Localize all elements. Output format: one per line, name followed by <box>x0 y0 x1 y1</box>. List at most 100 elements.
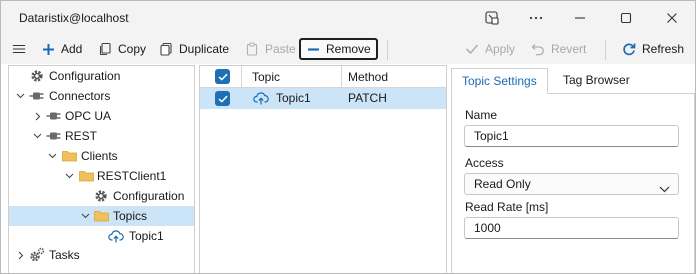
picture-in-picture-icon <box>484 10 500 26</box>
tree-item-tasks[interactable]: Tasks <box>9 245 194 265</box>
apply-label: Apply <box>485 42 516 56</box>
cloud-upload-icon <box>108 228 124 244</box>
tree-item-opc-ua[interactable]: OPC UA <box>9 106 194 126</box>
duplicate-label: Duplicate <box>179 42 230 56</box>
navigation-tree: Configuration Connectors OPC UA REST Cli… <box>8 65 195 273</box>
clipboard-icon <box>245 42 259 56</box>
toolbar-separator-2 <box>605 40 606 60</box>
chevron-down-icon <box>659 179 670 199</box>
tree-item-label: REST <box>65 129 98 143</box>
access-value: Read Only <box>474 177 531 191</box>
tree-item-label: RESTClient1 <box>97 169 167 183</box>
tree-item-client-configuration[interactable]: Configuration <box>9 186 194 206</box>
chevron-right-icon[interactable] <box>16 250 26 260</box>
copy-button[interactable]: Copy <box>98 38 146 60</box>
tree-item-topic1[interactable]: Topic1 <box>9 226 194 246</box>
access-select[interactable]: Read Only <box>464 173 679 195</box>
apply-button[interactable]: Apply <box>465 38 515 60</box>
read-rate-label: Read Rate [ms] <box>465 200 549 214</box>
close-icon <box>666 12 678 24</box>
hamburger-menu-icon <box>12 42 26 56</box>
tree-item-label: Tasks <box>49 248 80 262</box>
duplicate-icon <box>159 42 173 56</box>
minimize-icon <box>574 12 586 24</box>
tree-item-rest[interactable]: REST <box>9 126 194 146</box>
chevron-right-icon[interactable] <box>33 111 43 121</box>
gears-icon <box>29 247 45 263</box>
folder-icon <box>93 208 109 224</box>
column-separator <box>341 66 342 88</box>
tree-item-label: Configuration <box>113 189 185 203</box>
column-separator <box>241 66 242 88</box>
settings-panel: Topic Settings Tag Browser Name Topic1 A… <box>451 65 695 273</box>
gear-icon <box>29 68 45 84</box>
more-options-button[interactable] <box>513 1 559 35</box>
tab-content: Name Topic1 Access Read Only Read Rate [… <box>451 93 695 273</box>
add-button[interactable]: Add <box>41 38 82 60</box>
method-cell: PATCH <box>348 91 387 105</box>
chevron-down-icon[interactable] <box>47 151 57 161</box>
chevron-down-icon[interactable] <box>80 211 90 221</box>
plug-icon <box>46 108 62 124</box>
add-label: Add <box>61 42 83 56</box>
toolbar: Add Copy Duplicate Paste Remove Apply Re… <box>1 35 695 64</box>
topics-table: Topic Method Topic1 PATCH <box>199 65 447 273</box>
table-row[interactable]: Topic1 PATCH <box>200 88 446 109</box>
copy-label: Copy <box>118 42 147 56</box>
checkmark-icon <box>465 42 479 56</box>
plug-icon <box>29 88 45 104</box>
refresh-icon <box>622 42 636 56</box>
remove-label: Remove <box>326 42 371 56</box>
paste-button[interactable]: Paste <box>245 38 296 60</box>
gear-icon <box>93 188 109 204</box>
tree-item-configuration[interactable]: Configuration <box>9 66 194 86</box>
tree-item-label: Clients <box>81 149 118 163</box>
tree-item-label: Connectors <box>49 89 111 103</box>
tree-item-label: Configuration <box>49 69 121 83</box>
select-all-checkbox[interactable] <box>215 69 230 84</box>
menu-button[interactable] <box>12 38 26 60</box>
cloud-upload-icon <box>253 91 269 108</box>
tab-topic-settings[interactable]: Topic Settings <box>451 68 548 94</box>
tree-item-label: OPC UA <box>65 109 112 123</box>
copy-icon <box>98 42 112 56</box>
tree-item-clients[interactable]: Clients <box>9 146 194 166</box>
folder-icon <box>78 168 94 184</box>
more-horizontal-icon <box>528 10 544 26</box>
revert-label: Revert <box>551 42 587 56</box>
tab-tag-browser[interactable]: Tag Browser <box>553 68 640 94</box>
remove-button[interactable]: Remove <box>299 38 378 60</box>
name-field[interactable]: Topic1 <box>464 125 679 147</box>
tree-item-label: Topics <box>113 209 148 223</box>
refresh-label: Refresh <box>642 42 685 56</box>
app-window: Dataristix@localhost Add Copy Duplicate … <box>0 0 696 274</box>
folder-icon <box>61 148 77 164</box>
title-bar: Dataristix@localhost <box>1 1 695 35</box>
tree-item-connectors[interactable]: Connectors <box>9 86 194 106</box>
paste-label: Paste <box>265 42 296 56</box>
refresh-button[interactable]: Refresh <box>622 38 684 60</box>
access-label: Access <box>465 156 504 170</box>
row-checkbox[interactable] <box>215 91 230 106</box>
minus-icon <box>306 42 320 56</box>
tree-item-restclient1[interactable]: RESTClient1 <box>9 166 194 186</box>
window-title: Dataristix@localhost <box>19 11 129 25</box>
revert-button[interactable]: Revert <box>531 38 586 60</box>
column-header-topic[interactable]: Topic <box>252 66 280 88</box>
minimize-button[interactable] <box>557 1 603 35</box>
close-button[interactable] <box>649 1 695 35</box>
duplicate-button[interactable]: Duplicate <box>159 38 229 60</box>
chevron-down-icon[interactable] <box>15 91 25 101</box>
tree-item-topics[interactable]: Topics <box>9 206 194 226</box>
chevron-down-icon[interactable] <box>32 131 42 141</box>
name-label: Name <box>465 108 498 122</box>
read-rate-field[interactable]: 1000 <box>464 217 679 239</box>
chevron-down-icon[interactable] <box>64 171 74 181</box>
maximize-button[interactable] <box>603 1 649 35</box>
compact-overlay-button[interactable] <box>469 1 515 35</box>
maximize-icon <box>620 12 632 24</box>
table-header: Topic Method <box>200 66 446 88</box>
toolbar-separator <box>387 40 388 60</box>
column-header-method[interactable]: Method <box>348 66 388 88</box>
undo-icon <box>531 42 545 56</box>
